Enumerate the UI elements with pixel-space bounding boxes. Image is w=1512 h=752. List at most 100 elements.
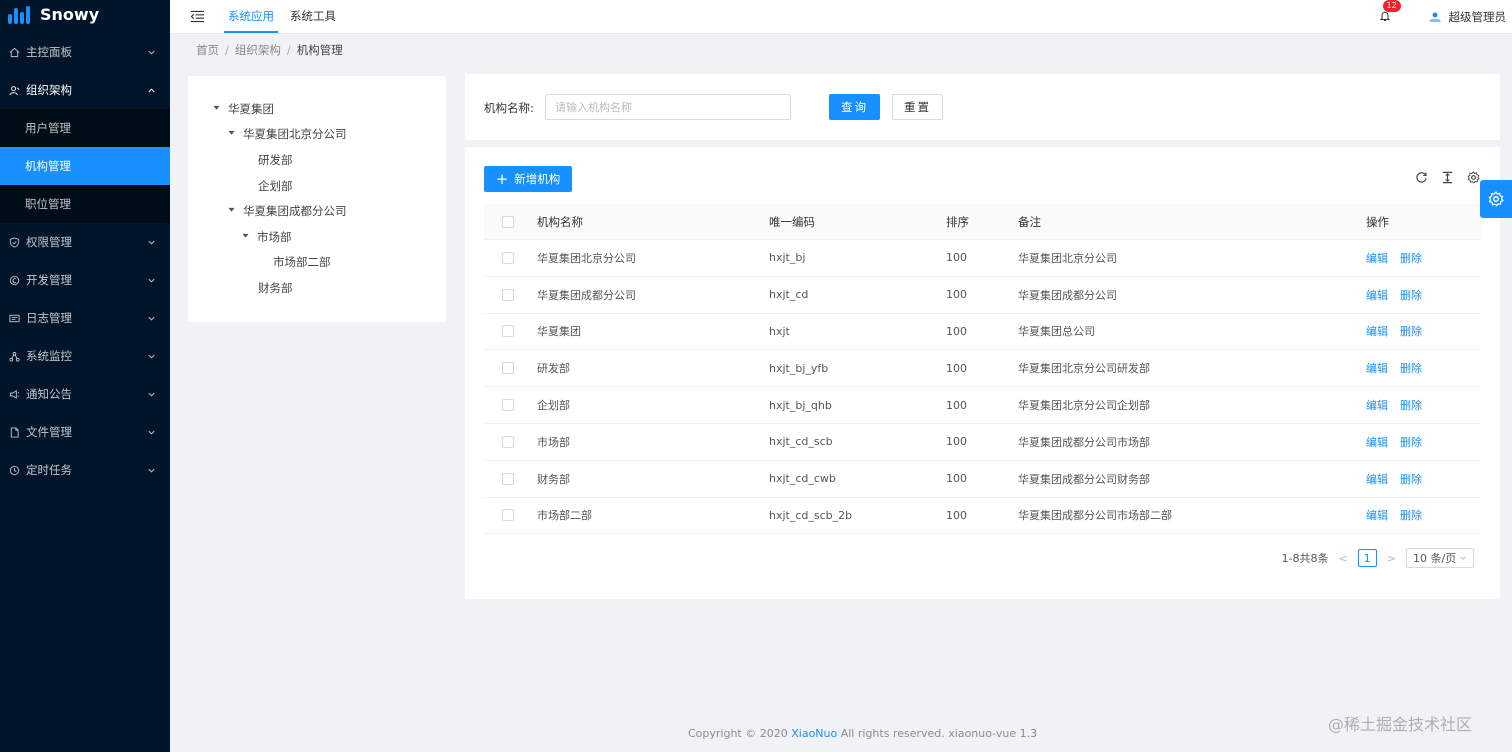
notification-badge: 12 xyxy=(1382,0,1401,12)
sidebar-submenu-org: 用户管理 机构管理 职位管理 xyxy=(0,109,170,223)
breadcrumb-org[interactable]: 组织架构 xyxy=(235,42,281,58)
chevron-down-icon xyxy=(148,316,155,321)
tab-system-tools[interactable]: 系统工具 xyxy=(286,0,340,33)
sidebar-item-dev[interactable]: 开发管理 xyxy=(0,261,170,299)
org-table-panel: + 新增机构 机构名称 唯一编码 排序 备注 操作 华夏集团北京分公司 hxjt… xyxy=(465,147,1500,599)
edit-link[interactable]: 编辑 xyxy=(1366,471,1388,487)
edit-link[interactable]: 编辑 xyxy=(1366,360,1388,376)
edit-link[interactable]: 编辑 xyxy=(1366,287,1388,303)
table-row: 财务部 hxjt_cd_cwb 100 华夏集团成都分公司财务部 编辑 删除 xyxy=(484,461,1481,498)
top-header: 系统应用 系统工具 12 超级管理员 xyxy=(170,0,1512,34)
tree-node-label: 市场部 xyxy=(257,230,292,244)
edit-link[interactable]: 编辑 xyxy=(1366,397,1388,413)
tree-node[interactable]: 企划部 xyxy=(258,178,293,194)
page-size-select[interactable]: 10 条/页 xyxy=(1406,548,1474,568)
sidebar-item-users[interactable]: 用户管理 xyxy=(0,109,170,147)
select-all-checkbox[interactable] xyxy=(502,215,514,228)
cell-code: hxjt_bj_yfb xyxy=(769,361,829,375)
edit-link[interactable]: 编辑 xyxy=(1366,323,1388,339)
table-row: 华夏集团北京分公司 hxjt_bj 100 华夏集团北京分公司 编辑 删除 xyxy=(484,240,1481,277)
delete-link[interactable]: 删除 xyxy=(1400,287,1422,303)
sidebar-item-files[interactable]: 文件管理 xyxy=(0,413,170,451)
footer-link[interactable]: XiaoNuo xyxy=(791,727,837,740)
org-name-input[interactable] xyxy=(545,94,791,120)
tree-node[interactable]: 华夏集团北京分公司 xyxy=(228,126,347,142)
delete-link[interactable]: 删除 xyxy=(1400,397,1422,413)
tree-node[interactable]: 市场部二部 xyxy=(273,254,331,270)
edit-link[interactable]: 编辑 xyxy=(1366,434,1388,450)
theme-settings-button[interactable] xyxy=(1480,180,1512,218)
clock-icon xyxy=(8,464,20,476)
cell-code: hxjt_cd_scb_2b xyxy=(769,508,853,522)
search-panel: 机构名称: 查询 重置 xyxy=(465,74,1500,140)
menu-fold-button[interactable] xyxy=(170,0,224,33)
cell-name: 市场部 xyxy=(537,435,570,449)
tree-node[interactable]: 市场部 xyxy=(242,229,292,245)
table-row: 市场部二部 hxjt_cd_scb_2b 100 华夏集团成都分公司市场部二部 … xyxy=(484,498,1481,535)
sidebar-item-monitor[interactable]: 系统监控 xyxy=(0,337,170,375)
tree-node[interactable]: 华夏集团 xyxy=(213,101,274,117)
add-org-button[interactable]: + 新增机构 xyxy=(484,166,572,192)
prev-page-icon[interactable]: < xyxy=(1339,552,1348,565)
chevron-down-icon xyxy=(148,240,155,245)
home-icon xyxy=(8,46,20,58)
reset-button[interactable]: 重置 xyxy=(892,94,943,120)
cell-name: 财务部 xyxy=(537,472,570,486)
sidebar-item-label: 组织架构 xyxy=(26,83,72,97)
column-height-button[interactable] xyxy=(1441,171,1454,184)
sidebar-item-label: 系统监控 xyxy=(26,349,72,363)
row-checkbox[interactable] xyxy=(502,472,514,485)
page-1-button[interactable]: 1 xyxy=(1357,549,1377,567)
row-checkbox[interactable] xyxy=(502,435,514,448)
delete-link[interactable]: 删除 xyxy=(1400,434,1422,450)
refresh-button[interactable] xyxy=(1415,171,1428,184)
cell-remark: 华夏集团北京分公司 xyxy=(1018,251,1117,265)
cell-code: hxjt_cd_cwb xyxy=(769,472,836,486)
delete-link[interactable]: 删除 xyxy=(1400,471,1422,487)
sidebar-item-tasks[interactable]: 定时任务 xyxy=(0,451,170,489)
logo[interactable]: Snowy xyxy=(0,0,170,28)
column-settings-button[interactable] xyxy=(1467,171,1480,184)
edit-link[interactable]: 编辑 xyxy=(1366,250,1388,266)
cell-code: hxjt xyxy=(769,324,790,338)
tree-node[interactable]: 财务部 xyxy=(258,280,293,296)
tab-system-apps[interactable]: 系统应用 xyxy=(224,0,278,33)
tree-node-label: 研发部 xyxy=(258,153,293,167)
table-toolbar xyxy=(1415,171,1480,184)
row-checkbox[interactable] xyxy=(502,288,514,301)
delete-link[interactable]: 删除 xyxy=(1400,323,1422,339)
row-checkbox[interactable] xyxy=(502,509,514,522)
tree-node[interactable]: 研发部 xyxy=(258,152,293,168)
row-checkbox[interactable] xyxy=(502,251,514,264)
user-menu[interactable]: 超级管理员 xyxy=(1427,9,1506,25)
caret-down-icon xyxy=(242,233,250,241)
notification-button[interactable]: 12 xyxy=(1379,0,1401,24)
cell-sort: 100 xyxy=(946,361,967,375)
cell-sort: 100 xyxy=(946,435,967,449)
sidebar-item-label: 开发管理 xyxy=(26,273,72,287)
edit-link[interactable]: 编辑 xyxy=(1366,507,1388,523)
next-page-icon[interactable]: > xyxy=(1387,552,1396,565)
row-checkbox[interactable] xyxy=(502,325,514,338)
sidebar-item-orgs[interactable]: 机构管理 xyxy=(0,147,170,185)
sidebar-item-notice[interactable]: 通知公告 xyxy=(0,375,170,413)
sidebar-item-dashboard[interactable]: 主控面板 xyxy=(0,33,170,71)
sidebar-item-permissions[interactable]: 权限管理 xyxy=(0,223,170,261)
delete-link[interactable]: 删除 xyxy=(1400,360,1422,376)
delete-link[interactable]: 删除 xyxy=(1400,250,1422,266)
sidebar-item-org[interactable]: 组织架构 xyxy=(0,71,170,109)
delete-link[interactable]: 删除 xyxy=(1400,507,1422,523)
sidebar-item-positions[interactable]: 职位管理 xyxy=(0,185,170,223)
row-checkbox[interactable] xyxy=(502,399,514,412)
row-checkbox[interactable] xyxy=(502,362,514,375)
caret-down-icon xyxy=(228,207,236,215)
query-button[interactable]: 查询 xyxy=(829,94,880,120)
tree-node[interactable]: 华夏集团成都分公司 xyxy=(228,203,347,219)
breadcrumb-home[interactable]: 首页 xyxy=(196,42,219,58)
refresh-icon xyxy=(1416,172,1427,183)
sidebar-item-logs[interactable]: 日志管理 xyxy=(0,299,170,337)
footer: Copyright © 2020 XiaoNuo All rights rese… xyxy=(688,727,1037,740)
column-header: 排序 xyxy=(946,214,969,229)
tree-node-label: 华夏集团成都分公司 xyxy=(243,204,347,218)
org-icon xyxy=(8,84,20,96)
